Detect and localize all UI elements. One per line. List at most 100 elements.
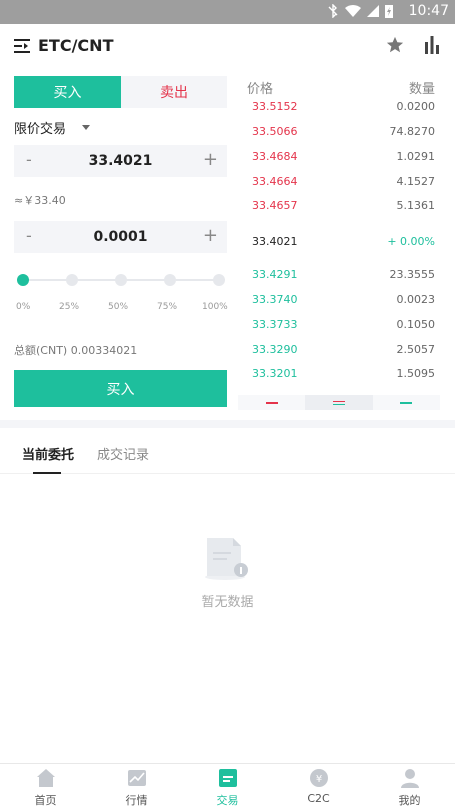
price-plus-button[interactable]: + bbox=[203, 149, 218, 170]
bid-qty: 2.5057 bbox=[396, 343, 436, 356]
ask-row[interactable]: 33.4684 1.0291 bbox=[252, 150, 435, 166]
slider-track bbox=[176, 279, 214, 281]
bid-row[interactable]: 33.3201 1.5095 bbox=[252, 367, 435, 383]
nav-label: 行情 bbox=[125, 794, 148, 807]
bid-qty: 1.5095 bbox=[396, 367, 436, 380]
profile-icon bbox=[400, 769, 419, 788]
bid-qty: 0.1050 bbox=[396, 318, 436, 331]
pair-title[interactable]: ETC/CNT bbox=[38, 36, 113, 55]
section-divider bbox=[0, 420, 455, 428]
sell-depth-icon bbox=[265, 401, 278, 404]
ask-price: 33.4657 bbox=[252, 199, 298, 212]
slider-stop-25[interactable] bbox=[66, 274, 78, 286]
ask-qty: 5.1361 bbox=[396, 199, 436, 212]
bluetooth-off-icon bbox=[328, 4, 338, 18]
qty-column-header: 数量 bbox=[408, 82, 435, 97]
amount-value[interactable]: 0.0001 bbox=[14, 229, 227, 245]
ask-qty: 1.0291 bbox=[396, 150, 436, 163]
tab-current-orders[interactable]: 当前委托 bbox=[22, 444, 74, 463]
app-header: ETC/CNT bbox=[0, 24, 455, 70]
buy-button[interactable]: 买入 bbox=[14, 370, 227, 407]
nav-item-trade[interactable]: 交易 bbox=[182, 764, 273, 809]
nav-label: C2C bbox=[307, 792, 330, 805]
order-type-select[interactable]: 限价交易 bbox=[14, 118, 91, 137]
bottom-navigation: 首页 行情 交易 ¥ C2C 我的 bbox=[0, 763, 455, 809]
slider-track bbox=[29, 279, 67, 281]
menu-toggle-icon[interactable] bbox=[14, 39, 30, 53]
price-stepper[interactable]: - 33.4021 + bbox=[14, 145, 227, 177]
bid-qty: 0.0023 bbox=[396, 293, 436, 306]
price-value[interactable]: 33.4021 bbox=[14, 153, 227, 169]
ask-row[interactable]: 33.5152 0.0200 bbox=[252, 100, 435, 116]
empty-document-icon bbox=[205, 538, 248, 580]
status-bar: 10:47 bbox=[0, 0, 455, 24]
bid-row[interactable]: 33.3733 0.1050 bbox=[252, 318, 435, 334]
kline-chart-icon[interactable] bbox=[424, 36, 440, 54]
bid-price: 33.3740 bbox=[252, 293, 298, 306]
slider-track bbox=[127, 279, 165, 281]
ask-price: 33.4684 bbox=[252, 150, 298, 163]
buy-depth-icon bbox=[400, 401, 413, 404]
trade-side-tabs: 买入 卖出 bbox=[14, 76, 227, 108]
slider-track bbox=[78, 279, 116, 281]
tick-label: 0% bbox=[16, 302, 31, 312]
tab-trade-history[interactable]: 成交记录 bbox=[97, 444, 149, 463]
slider-stop-50[interactable] bbox=[115, 274, 127, 286]
slider-stop-75[interactable] bbox=[164, 274, 176, 286]
ask-price: 33.5066 bbox=[252, 125, 298, 138]
depth-bids-only-button[interactable] bbox=[372, 395, 440, 410]
ask-qty: 74.8270 bbox=[389, 125, 436, 138]
mixed-depth-icon bbox=[332, 400, 345, 405]
bid-price: 33.3201 bbox=[252, 367, 298, 380]
price-change: + 0.00% bbox=[387, 235, 435, 248]
slider-ticks: 0% 25% 50% 75% 100% bbox=[14, 302, 228, 314]
signal-icon bbox=[367, 5, 379, 17]
nav-label: 我的 bbox=[398, 794, 421, 807]
c2c-coin-icon: ¥ bbox=[309, 769, 328, 787]
nav-label: 首页 bbox=[34, 794, 57, 807]
ask-price: 33.4664 bbox=[252, 175, 298, 188]
ask-row[interactable]: 33.4664 4.1527 bbox=[252, 175, 435, 191]
ask-price: 33.5152 bbox=[252, 100, 298, 113]
nav-label: 交易 bbox=[216, 794, 239, 807]
slider-stop-100[interactable] bbox=[213, 274, 225, 286]
nav-item-home[interactable]: 首页 bbox=[0, 764, 91, 809]
bid-row[interactable]: 33.4291 23.3555 bbox=[252, 268, 435, 284]
percentage-slider[interactable] bbox=[14, 270, 227, 290]
depth-asks-only-button[interactable] bbox=[238, 395, 306, 410]
tick-label: 75% bbox=[157, 302, 178, 312]
approx-cny-value: ≈￥33.40 bbox=[14, 194, 66, 207]
chevron-down-icon bbox=[82, 125, 91, 130]
tick-label: 50% bbox=[108, 302, 129, 312]
bid-row[interactable]: 33.3740 0.0023 bbox=[252, 293, 435, 309]
slider-handle[interactable] bbox=[17, 274, 29, 286]
nav-item-profile[interactable]: 我的 bbox=[364, 764, 455, 809]
orders-tabs: 当前委托 成交记录 bbox=[0, 428, 455, 474]
trade-icon bbox=[218, 769, 237, 787]
bid-price: 33.3290 bbox=[252, 343, 298, 356]
tab-buy[interactable]: 买入 bbox=[14, 76, 121, 108]
total-amount: 总额(CNT) 0.00334021 bbox=[14, 344, 138, 357]
ask-row[interactable]: 33.4657 5.1361 bbox=[252, 199, 435, 215]
amount-plus-button[interactable]: + bbox=[203, 225, 218, 246]
favorite-star-icon[interactable] bbox=[386, 36, 404, 54]
nav-item-market[interactable]: 行情 bbox=[91, 764, 182, 809]
ask-row[interactable]: 33.5066 74.8270 bbox=[252, 125, 435, 141]
depth-both-button[interactable] bbox=[305, 395, 373, 410]
price-column-header: 价格 bbox=[247, 82, 274, 97]
status-time: 10:47 bbox=[408, 3, 449, 19]
bid-row[interactable]: 33.3290 2.5057 bbox=[252, 343, 435, 359]
bid-qty: 23.3555 bbox=[389, 268, 436, 281]
tick-label: 100% bbox=[202, 302, 228, 312]
last-price: 33.4021 bbox=[252, 235, 298, 248]
svg-text:¥: ¥ bbox=[315, 774, 321, 785]
order-type-label: 限价交易 bbox=[14, 122, 67, 137]
nav-item-c2c[interactable]: ¥ C2C bbox=[273, 764, 364, 809]
tab-sell[interactable]: 卖出 bbox=[121, 76, 227, 108]
wifi-icon bbox=[345, 4, 361, 18]
depth-view-toggle bbox=[238, 395, 440, 410]
amount-stepper[interactable]: - 0.0001 + bbox=[14, 221, 227, 253]
ask-qty: 4.1527 bbox=[396, 175, 436, 188]
empty-state-text: 暂无数据 bbox=[201, 595, 254, 610]
status-icons bbox=[327, 4, 393, 18]
